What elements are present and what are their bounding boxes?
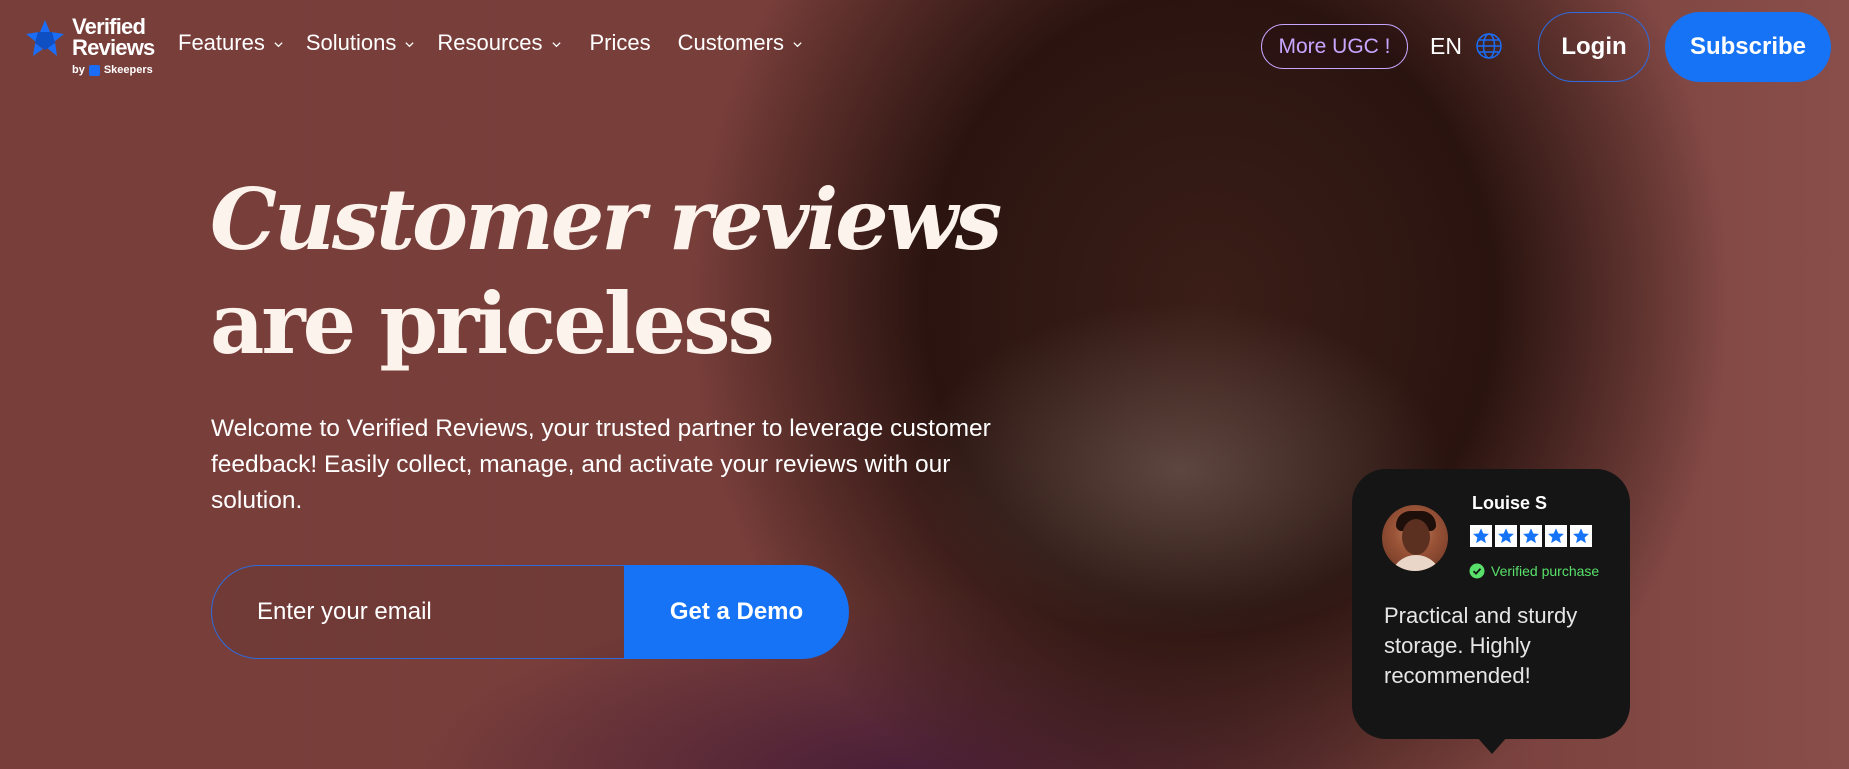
review-card: Louise S Verified purchase Practical and…	[1352, 469, 1630, 754]
chevron-down-icon	[274, 42, 283, 48]
review-text: Practical and sturdy storage. Highly rec…	[1384, 603, 1578, 688]
avatar-face-shape	[1402, 519, 1430, 555]
nav-item-features[interactable]: Features	[178, 30, 284, 56]
rating-stars	[1470, 525, 1592, 547]
nav-item-prices[interactable]: Prices	[590, 30, 651, 56]
chevron-down-icon	[405, 42, 414, 48]
hero-headline: Customer reviews are priceless	[210, 168, 1002, 376]
star-icon	[1470, 525, 1492, 547]
star-icon	[1545, 525, 1567, 547]
avatar-body-shape	[1390, 555, 1442, 571]
subscribe-button[interactable]: Subscribe	[1665, 12, 1831, 82]
nav-item-label: Prices	[589, 30, 651, 55]
get-demo-button[interactable]: Get a Demo	[624, 565, 849, 659]
more-ugc-button[interactable]: More UGC !	[1261, 24, 1408, 69]
nav-item-solutions[interactable]: Solutions	[306, 30, 416, 56]
logo-wordmark: Verified Reviews	[72, 14, 155, 60]
star-icon	[1495, 525, 1517, 547]
star-icon	[1520, 525, 1542, 547]
logo-by-text: by	[72, 64, 85, 76]
email-input[interactable]	[211, 565, 624, 659]
headline-line-1: Customer reviews	[210, 170, 1002, 269]
language-selector[interactable]: EN	[1430, 31, 1504, 61]
verified-purchase-badge: Verified purchase	[1469, 563, 1599, 579]
logo-line-2: Reviews	[72, 35, 155, 60]
login-button[interactable]: Login	[1538, 12, 1650, 82]
logo-mark-icon	[26, 20, 64, 56]
star-icon	[1570, 525, 1592, 547]
nav-item-resources[interactable]: Resources	[437, 30, 561, 56]
nav-item-label: Solutions	[305, 30, 397, 55]
nav-item-label: Features	[178, 30, 265, 55]
chevron-down-icon	[793, 42, 802, 48]
logo-byline: by Skeepers	[72, 64, 153, 76]
verified-label: Verified purchase	[1491, 563, 1600, 579]
site-logo[interactable]: Verified Reviews by Skeepers	[24, 16, 164, 78]
top-navigation: Verified Reviews by Skeepers Features So…	[0, 0, 1849, 92]
logo-parent-text: Skeepers	[103, 64, 153, 76]
reviewer-name: Louise S	[1472, 493, 1548, 513]
nav-item-label: Customers	[677, 30, 784, 55]
nav-item-label: Resources	[437, 30, 543, 55]
hero-intro-text: Welcome to Verified Reviews, your truste…	[211, 415, 991, 514]
headline-line-2: are priceless	[210, 274, 775, 373]
skeepers-icon	[88, 64, 100, 76]
reviewer-avatar	[1382, 505, 1448, 571]
check-circle-icon	[1469, 563, 1485, 579]
logo-line-1: Verified	[72, 14, 146, 39]
globe-icon	[1476, 33, 1502, 59]
main-menu: Features Solutions Resources Prices Cust…	[178, 30, 803, 56]
demo-request-form: Get a Demo	[211, 565, 849, 659]
nav-item-customers[interactable]: Customers	[678, 30, 803, 56]
chevron-down-icon	[551, 42, 561, 48]
language-code: EN	[1430, 32, 1462, 59]
